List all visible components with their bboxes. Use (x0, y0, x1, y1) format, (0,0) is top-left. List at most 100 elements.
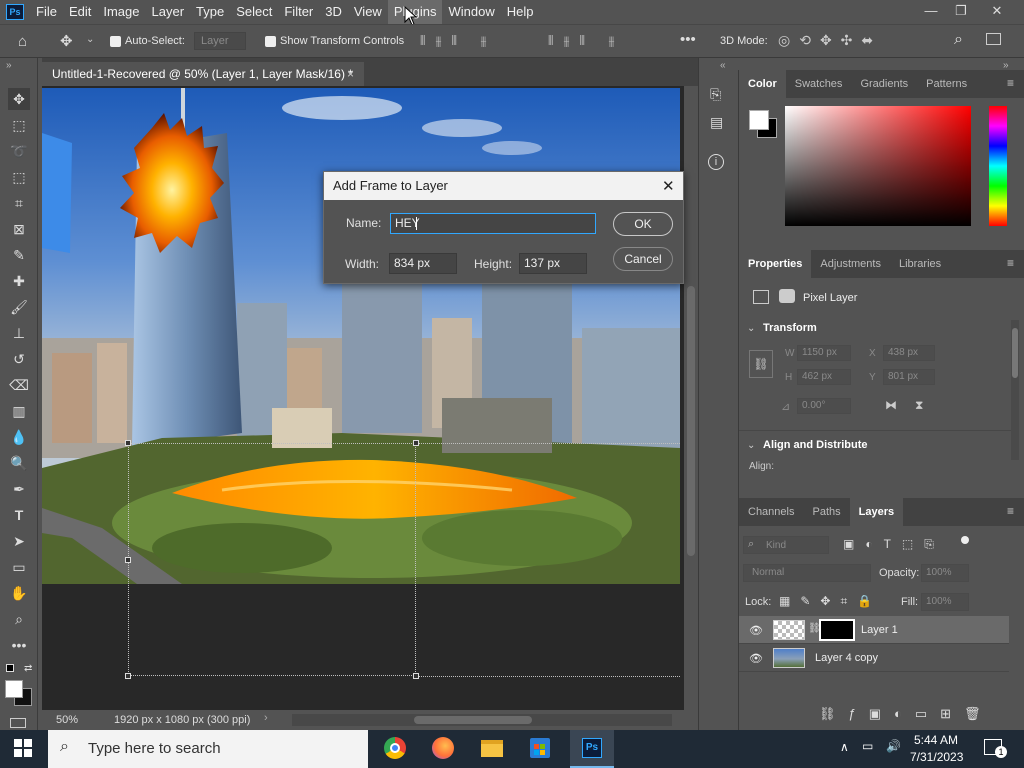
layer-filter-kind[interactable]: ⌕ Kind (743, 536, 829, 554)
lock-buttons[interactable]: ▦✎✥⌗🔒 (779, 594, 882, 609)
layer-mask-thumbnail[interactable] (819, 619, 855, 641)
document-info[interactable]: 1920 px x 1080 px (300 ppi) (114, 714, 250, 726)
transform-handle[interactable] (413, 440, 419, 446)
menu-layer[interactable]: Layer (146, 0, 191, 24)
taskbar-date[interactable]: 7/31/2023 (910, 750, 963, 764)
height-input[interactable]: 137 px (519, 253, 587, 274)
h-field[interactable]: 462 px (797, 369, 851, 385)
layer-name[interactable]: Layer 4 copy (815, 652, 878, 664)
notifications-icon[interactable]: 1 (984, 739, 1007, 758)
menu-file[interactable]: File (30, 0, 63, 24)
eye-icon[interactable]: 👁 (749, 652, 763, 665)
tab-patterns[interactable]: Patterns (917, 70, 976, 98)
y-field[interactable]: 801 px (883, 369, 935, 385)
blur-tool-icon[interactable]: 💧 (8, 426, 30, 448)
layer-bottom-buttons[interactable]: ⛓ƒ▣◐▭⊞🗑 (819, 706, 994, 722)
search-icon[interactable]: ⌕ (954, 31, 963, 49)
tab-channels[interactable]: Channels (739, 498, 803, 526)
panel-menu-icon[interactable]: ≡ (1007, 256, 1014, 270)
zoom-tool-icon[interactable]: ⌕ (8, 608, 30, 630)
collapse-tools-icon[interactable]: » (6, 60, 12, 71)
menu-image[interactable]: Image (97, 0, 145, 24)
x-field[interactable]: 438 px (883, 345, 935, 361)
document-tab[interactable]: Untitled-1-Recovered @ 50% (Layer 1, Lay… (42, 62, 364, 86)
chevron-down-icon[interactable]: ⌄ (747, 323, 755, 334)
swap-colors-icon[interactable]: ⇄ (24, 663, 32, 674)
brush-tool-icon[interactable]: 🖌 (8, 296, 30, 318)
ok-button[interactable]: OK (613, 212, 673, 236)
tab-properties[interactable]: Properties (739, 250, 812, 278)
menu-select[interactable]: Select (230, 0, 278, 24)
properties-scrollbar[interactable] (1011, 320, 1019, 460)
rectangle-tool-icon[interactable]: ▭ (8, 556, 30, 578)
history-brush-tool-icon[interactable]: ↺ (8, 348, 30, 370)
comments-panel-icon[interactable]: ▤ (710, 114, 723, 131)
tab-adjustments[interactable]: Adjustments (811, 250, 890, 278)
quick-mask-icon[interactable] (10, 718, 26, 728)
status-menu-chevron-icon[interactable]: › (264, 712, 268, 724)
eye-icon[interactable]: 👁 (749, 624, 763, 637)
zoom-level[interactable]: 50% (56, 714, 78, 726)
eraser-tool-icon[interactable]: ⌫ (8, 374, 30, 396)
object-select-tool-icon[interactable]: ⬚ (8, 166, 30, 188)
horizontal-scroll-thumb[interactable] (414, 716, 532, 724)
type-tool-icon[interactable]: T (8, 504, 30, 526)
auto-select-checkbox[interactable] (110, 36, 121, 47)
vertical-scrollbar[interactable] (684, 86, 698, 710)
volume-icon[interactable]: 🔊 (886, 739, 901, 753)
layer-row[interactable]: 👁 Layer 4 copy (739, 644, 1009, 672)
chevron-up-icon[interactable]: ∧ (840, 740, 849, 754)
transform-handle[interactable] (125, 440, 131, 446)
dodge-tool-icon[interactable]: 🔍 (8, 452, 30, 474)
layer-mask-icon[interactable] (779, 289, 795, 303)
chrome-icon[interactable] (384, 737, 406, 759)
home-icon[interactable]: ⌂ (18, 33, 27, 50)
transform-bounding-box[interactable] (128, 443, 416, 676)
eyedropper-tool-icon[interactable]: ✎ (8, 244, 30, 266)
align-section-title[interactable]: Align and Distribute (763, 439, 868, 451)
tab-swatches[interactable]: Swatches (786, 70, 852, 98)
menu-window[interactable]: Window (442, 0, 500, 24)
angle-field[interactable]: 0.00° (797, 398, 851, 414)
menu-view[interactable]: View (348, 0, 388, 24)
move-tool-preset-icon[interactable]: ✥ (60, 32, 73, 50)
menu-3d[interactable]: 3D (319, 0, 348, 24)
name-input[interactable]: HEY (390, 213, 596, 234)
clone-stamp-tool-icon[interactable]: ⊥ (8, 322, 30, 344)
panel-menu-icon[interactable]: ≡ (1007, 504, 1014, 518)
close-window-icon[interactable]: ✕ (980, 0, 1014, 22)
layer-name[interactable]: Layer 1 (861, 624, 898, 636)
tab-layers[interactable]: Layers (849, 498, 904, 526)
collapse-panels-icon[interactable]: « (720, 60, 726, 71)
foreground-color-swatch[interactable] (5, 680, 23, 698)
layer-row[interactable]: 👁 ⛓ Layer 1 (739, 616, 1009, 644)
width-input[interactable]: 834 px (389, 253, 457, 274)
show-transform-checkbox[interactable] (265, 36, 276, 47)
tab-paths[interactable]: Paths (803, 498, 849, 526)
color-field[interactable] (785, 106, 971, 226)
horizontal-scrollbar[interactable] (292, 714, 672, 726)
hue-slider[interactable] (989, 106, 1007, 226)
transform-handle[interactable] (125, 673, 131, 679)
network-icon[interactable]: ▭ (862, 739, 873, 753)
frame-tool-icon[interactable]: ⊠ (8, 218, 30, 240)
menu-type[interactable]: Type (190, 0, 230, 24)
path-selection-tool-icon[interactable]: ➤ (8, 530, 30, 552)
distribute-buttons-icon[interactable]: ⫴⫵⫴ ⫵ (548, 33, 625, 49)
taskbar-search-box[interactable]: ⌕ Type here to search (48, 730, 368, 768)
workspace-icon[interactable] (986, 33, 1001, 45)
more-options-icon[interactable]: ••• (680, 31, 696, 48)
flip-vertical-icon[interactable]: ⧗ (915, 398, 923, 413)
marquee-tool-icon[interactable]: ⬚ (8, 114, 30, 136)
properties-scroll-thumb[interactable] (1012, 328, 1018, 378)
minimize-icon[interactable]: — (914, 0, 948, 22)
vertical-scroll-thumb[interactable] (687, 286, 695, 556)
filter-toggle-icon[interactable] (961, 536, 969, 544)
windows-start-icon[interactable] (14, 739, 32, 757)
panel-menu-icon[interactable]: ≡ (1007, 76, 1014, 90)
opacity-field[interactable]: 100% (921, 564, 969, 582)
blend-mode-dropdown[interactable]: Normal (743, 564, 871, 582)
microsoft-store-icon[interactable] (530, 738, 550, 758)
tab-gradients[interactable]: Gradients (851, 70, 917, 98)
healing-brush-tool-icon[interactable]: ✚ (8, 270, 30, 292)
